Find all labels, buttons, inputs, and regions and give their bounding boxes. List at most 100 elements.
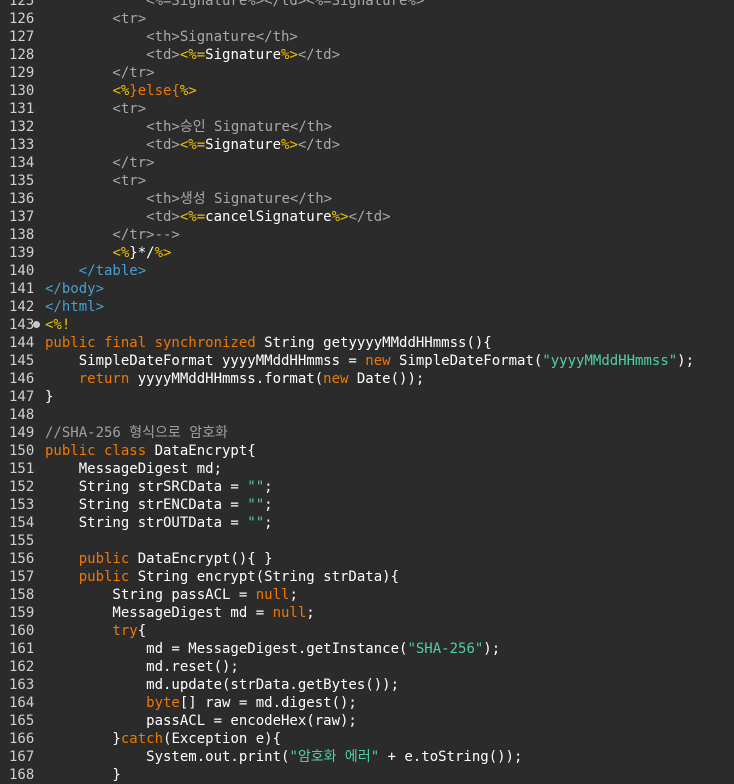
- code-line[interactable]: 162 md.reset();: [0, 658, 734, 676]
- code-line[interactable]: 130 <%}else{%>: [0, 82, 734, 100]
- code-token-attr: <td>: [45, 209, 180, 225]
- code-line[interactable]: 131 <tr>: [0, 100, 734, 118]
- code-line[interactable]: 160 try{: [0, 622, 734, 640]
- code-token-plain: String strENCData =: [45, 497, 248, 513]
- code-line[interactable]: 143 <%!: [0, 316, 734, 334]
- code-line[interactable]: 155: [0, 532, 734, 550]
- code-token-plain: MessageDigest md;: [45, 461, 223, 477]
- code-line[interactable]: 146 return yyyyMMddHHmmss.format(new Dat…: [0, 370, 734, 388]
- code-token-plain: }: [45, 731, 121, 747]
- code-text: MessageDigest md;: [45, 460, 222, 478]
- code-text: <td><%=cancelSignature%></td>: [45, 208, 390, 226]
- code-line[interactable]: 151 MessageDigest md;: [0, 460, 734, 478]
- code-token-kw: public class: [45, 443, 155, 459]
- code-line[interactable]: 154 String strOUTData = "";: [0, 514, 734, 532]
- code-line[interactable]: 135 <tr>: [0, 172, 734, 190]
- code-token-kw: public: [45, 569, 138, 585]
- code-line[interactable]: 127 <th>Signature</th>: [0, 28, 734, 46]
- code-line[interactable]: 163 md.update(strData.getBytes());: [0, 676, 734, 694]
- line-number: 137: [9, 209, 35, 225]
- code-line[interactable]: 128 <td><%=Signature%></td>: [0, 46, 734, 64]
- code-text: <th>Signature</th>: [45, 28, 298, 46]
- code-line[interactable]: 156 public DataEncrypt(){ }: [0, 550, 734, 568]
- code-line[interactable]: 148: [0, 406, 734, 424]
- code-text: passACL = encodeHex(raw);: [45, 712, 357, 730]
- code-token-attr: [45, 245, 112, 261]
- code-token-comment: //SHA-256 형식으로 암호화: [45, 425, 228, 441]
- code-line[interactable]: 138 </tr>-->: [0, 226, 734, 244]
- code-token-tag: </body>: [45, 281, 105, 297]
- code-text: </tr>-->: [45, 226, 180, 244]
- code-line[interactable]: 125 <%=Signature%></td><%=Signature%>: [0, 0, 734, 10]
- code-text: <%}else{%>: [45, 82, 196, 100]
- code-text: byte[] raw = md.digest();: [45, 694, 357, 712]
- code-text: </table>: [45, 262, 146, 280]
- code-line[interactable]: 132 <th>승인 Signature</th>: [0, 118, 734, 136]
- code-line[interactable]: 137 <td><%=cancelSignature%></td>: [0, 208, 734, 226]
- code-line[interactable]: 134 </tr>: [0, 154, 734, 172]
- code-token-kw: return: [45, 371, 138, 387]
- code-line[interactable]: 140 </table>: [0, 262, 734, 280]
- code-text: md.reset();: [45, 658, 239, 676]
- code-line[interactable]: 133 <td><%=Signature%></td>: [0, 136, 734, 154]
- code-token-attr: <tr>: [45, 101, 147, 117]
- code-line[interactable]: 136 <th>생성 Signature</th>: [0, 190, 734, 208]
- code-token-str: "SHA-256": [407, 641, 484, 657]
- code-text: String passACL = null;: [45, 586, 298, 604]
- code-line[interactable]: 144 public final synchronized String gety…: [0, 334, 734, 352]
- code-token-plain: Date());: [356, 371, 425, 387]
- code-token-kw: new: [323, 371, 357, 387]
- code-token-kw: }else{: [129, 83, 180, 99]
- code-token-plain: ;: [289, 587, 298, 603]
- fold-marker-icon[interactable]: [33, 321, 40, 328]
- code-token-tag: </table>: [45, 263, 147, 279]
- code-token-attr: </tr>-->: [45, 227, 180, 243]
- code-text: public class DataEncrypt{: [45, 442, 256, 460]
- code-line[interactable]: 153 String strENCData = "";: [0, 496, 734, 514]
- code-token-str: "": [247, 515, 265, 531]
- code-line[interactable]: 139 <%}*/%>: [0, 244, 734, 262]
- code-token-plain: MessageDigest md =: [45, 605, 273, 621]
- code-line[interactable]: 158 String passACL = null;: [0, 586, 734, 604]
- code-token-attr: <td>: [45, 47, 180, 63]
- code-token-attr: <%=Signature%></td><%=Signature%>: [45, 0, 425, 9]
- code-line[interactable]: 147}: [0, 388, 734, 406]
- code-text: <%}*/%>: [45, 244, 171, 262]
- code-token-plain: cancelSignature: [205, 209, 332, 225]
- code-line[interactable]: 166 }catch(Exception e){: [0, 730, 734, 748]
- code-token-plain: }*/: [129, 245, 155, 261]
- code-line[interactable]: 126 <tr>: [0, 10, 734, 28]
- code-line[interactable]: 168 }: [0, 766, 734, 784]
- line-number: 138: [9, 227, 35, 243]
- code-line[interactable]: 165 passACL = encodeHex(raw);: [0, 712, 734, 730]
- code-token-plain: );: [483, 641, 501, 657]
- code-line[interactable]: 145 SimpleDateFormat yyyyMMddHHmmss = ne…: [0, 352, 734, 370]
- code-token-plain: ;: [264, 497, 273, 513]
- line-number: 139: [9, 245, 35, 261]
- line-number: 125: [9, 0, 35, 9]
- line-number: 151: [9, 461, 35, 477]
- code-token-plain: passACL = encodeHex(raw);: [45, 713, 357, 729]
- code-line[interactable]: 149 //SHA-256 형식으로 암호화: [0, 424, 734, 442]
- line-number: 164: [9, 695, 35, 711]
- code-line[interactable]: 142 </html>: [0, 298, 734, 316]
- code-editor[interactable]: 125 <%=Signature%></td><%=Signature%> 126…: [0, 0, 734, 784]
- code-token-attr: <td>: [45, 137, 180, 153]
- code-token-plain: md = MessageDigest.getInstance(: [45, 641, 408, 657]
- code-token-attr: <th>Signature</th>: [45, 29, 298, 45]
- code-token-delim: %>: [281, 47, 298, 63]
- code-line[interactable]: 150 public class DataEncrypt{: [0, 442, 734, 460]
- code-line[interactable]: 152 String strSRCData = "";: [0, 478, 734, 496]
- line-number: 168: [9, 767, 35, 783]
- code-line[interactable]: 141 </body>: [0, 280, 734, 298]
- code-line[interactable]: 167 System.out.print("암호화 에러" + e.toStri…: [0, 748, 734, 766]
- code-line[interactable]: 164 byte[] raw = md.digest();: [0, 694, 734, 712]
- code-line[interactable]: 161 md = MessageDigest.getInstance("SHA-…: [0, 640, 734, 658]
- code-token-delim: %>: [331, 209, 349, 225]
- code-line[interactable]: 157 public String encrypt(String strData…: [0, 568, 734, 586]
- code-text: SimpleDateFormat yyyyMMddHHmmss = new Si…: [45, 352, 694, 370]
- code-line[interactable]: 129 </tr>: [0, 64, 734, 82]
- line-number: 153: [9, 497, 35, 513]
- code-line[interactable]: 159 MessageDigest md = null;: [0, 604, 734, 622]
- code-token-plain: (Exception e){: [163, 731, 282, 747]
